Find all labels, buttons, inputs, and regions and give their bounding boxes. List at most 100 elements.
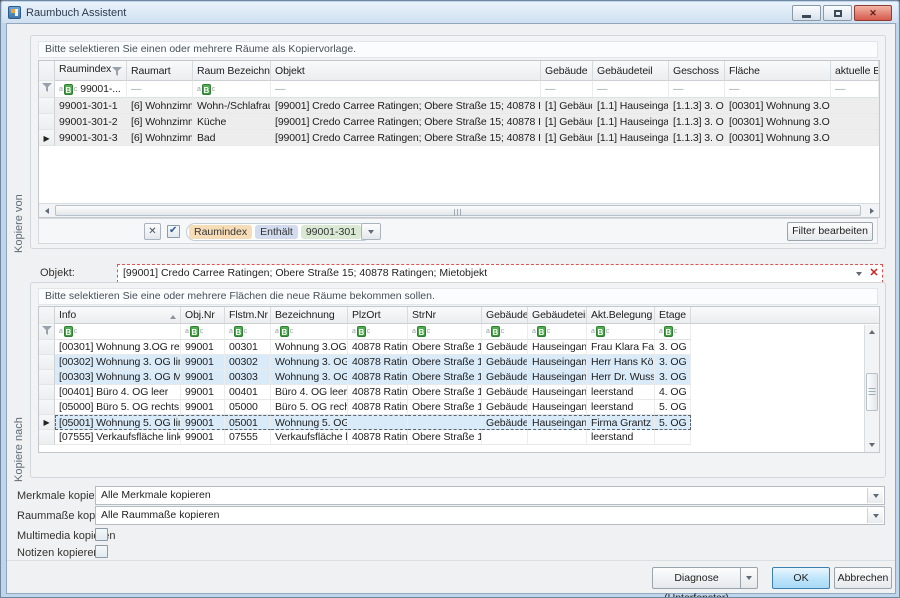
cell[interactable]: 3. OG	[655, 340, 691, 355]
cell[interactable]: Gebäude 1	[482, 400, 528, 415]
minimize-button[interactable]	[792, 5, 821, 21]
column-header-geschoss[interactable]: Geschoss	[669, 61, 725, 81]
filter-cell[interactable]: —	[669, 81, 725, 98]
merkmale-dropdown-button[interactable]	[867, 488, 883, 503]
filter-cell[interactable]: aBc	[528, 324, 587, 340]
scrollbar-thumb[interactable]	[866, 373, 878, 411]
table-row[interactable]: [00302] Wohnung 3. OG links9900100302Woh…	[39, 355, 879, 370]
column-header-gebäude[interactable]: Gebäude	[541, 61, 593, 81]
cell[interactable]: Obere Straße 15	[408, 370, 482, 385]
filter-cell[interactable]: —	[271, 81, 541, 98]
cell[interactable]: Gebäude 1	[482, 340, 528, 355]
column-header-gebäude[interactable]: Gebäude	[482, 307, 528, 324]
row-selector[interactable]: ▶	[39, 415, 55, 430]
cell[interactable]: 99001	[181, 415, 225, 430]
cell[interactable]: 4. OG	[655, 385, 691, 400]
cell[interactable]: [05001] Wohnung 5. OG links	[55, 415, 181, 430]
cell[interactable]: 99001	[181, 400, 225, 415]
cell[interactable]: Hauseingang A	[528, 400, 587, 415]
cell[interactable]: leerstand	[587, 385, 655, 400]
table-row[interactable]: [05000] Büro 5. OG rechts9900105000Büro …	[39, 400, 879, 415]
cell[interactable]: 99001	[181, 340, 225, 355]
raummasse-dropdown-button[interactable]	[867, 508, 883, 523]
cell[interactable]: 99001-301-2	[55, 114, 127, 130]
table-row[interactable]: ▶[05001] Wohnung 5. OG links9900105001Wo…	[39, 415, 879, 430]
cell[interactable]: [1.1.3] 3. OG	[669, 130, 725, 146]
cell[interactable]: Hauseingang A	[528, 355, 587, 370]
cell[interactable]: [00401] Büro 4. OG leer	[55, 385, 181, 400]
cell[interactable]: [1.1] Hauseingang A	[593, 130, 669, 146]
cell[interactable]: [6] Wohnzimmer	[127, 130, 193, 146]
cell[interactable]: [1] Gebäude 1	[541, 114, 593, 130]
cell[interactable]: 00302	[225, 355, 271, 370]
vertical-scrollbar[interactable]	[864, 325, 879, 452]
filter-cell[interactable]: —	[593, 81, 669, 98]
cell[interactable]: 5. OG	[655, 415, 691, 430]
cell[interactable]: [6] Wohnzimmer	[127, 98, 193, 114]
cell[interactable]: [00303] Wohnung 3. OG Mitte	[55, 370, 181, 385]
cell[interactable]: 99001-301-3	[55, 130, 127, 146]
cell[interactable]: Obere Straße 15	[408, 385, 482, 400]
cell[interactable]: [00301] Wohnung 3.OG rechts	[725, 98, 831, 114]
cell[interactable]: Küche	[193, 114, 271, 130]
cell[interactable]: 05000	[225, 400, 271, 415]
raummasse-combobox[interactable]: Alle Raummaße kopieren	[95, 506, 885, 525]
filter-cell[interactable]: aBc	[348, 324, 408, 340]
cell[interactable]: [99001] Credo Carree Ratingen; Obere Str…	[271, 130, 541, 146]
diagnose-dropdown-button[interactable]	[740, 567, 758, 589]
column-header-etage[interactable]: Etage	[655, 307, 691, 324]
filter-cell[interactable]: —	[127, 81, 193, 98]
column-header-aktuelle-bru[interactable]: aktuelle Bru	[831, 61, 879, 81]
cell[interactable]: Hauseingang A	[528, 415, 587, 430]
filter-cell[interactable]: —	[725, 81, 831, 98]
row-selector[interactable]	[39, 340, 55, 355]
row-selector[interactable]	[39, 385, 55, 400]
cell[interactable]: Wohnung 3. OG Mitte	[271, 370, 348, 385]
cell[interactable]: [00301] Wohnung 3.OG rechts	[55, 340, 181, 355]
filter-cell[interactable]: aBc	[587, 324, 655, 340]
table-row[interactable]: [00401] Büro 4. OG leer9900100401Büro 4.…	[39, 385, 879, 400]
merkmale-combobox[interactable]: Alle Merkmale kopieren	[95, 486, 885, 505]
cell[interactable]	[348, 415, 408, 430]
cell[interactable]	[482, 430, 528, 445]
cell[interactable]: Gebäude 1	[482, 370, 528, 385]
cell[interactable]: 05001	[225, 415, 271, 430]
cell[interactable]: [1.1] Hauseingang A	[593, 114, 669, 130]
cell[interactable]: [1] Gebäude 1	[541, 130, 593, 146]
cell[interactable]: 40878 Ratingen	[348, 385, 408, 400]
scroll-right-button[interactable]	[864, 204, 879, 217]
objekt-dropdown-button[interactable]	[852, 265, 866, 282]
close-button[interactable]: ✕	[854, 5, 892, 21]
cell[interactable]: Herr Hans Körner	[587, 355, 655, 370]
column-header-bezeichnung[interactable]: Bezeichnung	[271, 307, 348, 324]
table-row[interactable]: [00303] Wohnung 3. OG Mitte9900100303Woh…	[39, 370, 879, 385]
cell[interactable]: Obere Straße 15	[408, 355, 482, 370]
notizen-checkbox[interactable]	[95, 545, 108, 558]
cell[interactable]: Wohnung 5. OG links	[271, 415, 348, 430]
cell[interactable]: [6] Wohnzimmer	[127, 114, 193, 130]
objekt-clear-button[interactable]: ✕	[867, 265, 881, 282]
row-selector[interactable]: ▶	[39, 130, 55, 146]
cell[interactable]: [05000] Büro 5. OG rechts	[55, 400, 181, 415]
cell[interactable]: Firma Grantz	[587, 415, 655, 430]
cell[interactable]: [00301] Wohnung 3.OG rechts	[725, 114, 831, 130]
column-header-obj-nr[interactable]: Obj.Nr	[181, 307, 225, 324]
horizontal-scrollbar[interactable]	[39, 203, 879, 217]
cell[interactable]: 99001	[181, 385, 225, 400]
column-header-akt-belegung[interactable]: Akt.Belegung	[587, 307, 655, 324]
column-header-raum-bezeichnung[interactable]: Raum Bezeichnung	[193, 61, 271, 81]
scroll-left-button[interactable]	[39, 204, 54, 217]
row-selector[interactable]	[39, 98, 55, 114]
filter-cell[interactable]: aBc	[655, 324, 691, 340]
column-header-strnr[interactable]: StrNr	[408, 307, 482, 324]
cell[interactable]: Obere Straße 15	[408, 400, 482, 415]
cell[interactable]: 99001-301-1	[55, 98, 127, 114]
column-header-flstm-nr[interactable]: Flstm.Nr	[225, 307, 271, 324]
cell[interactable]: 40878 Ratingen	[348, 400, 408, 415]
multimedia-checkbox[interactable]	[95, 528, 108, 541]
cell[interactable]: Hauseingang A	[528, 370, 587, 385]
remove-filter-button[interactable]: ✕	[144, 223, 161, 240]
scroll-down-button[interactable]	[865, 438, 879, 452]
cell[interactable]: 00303	[225, 370, 271, 385]
cell[interactable]: [99001] Credo Carree Ratingen; Obere Str…	[271, 98, 541, 114]
